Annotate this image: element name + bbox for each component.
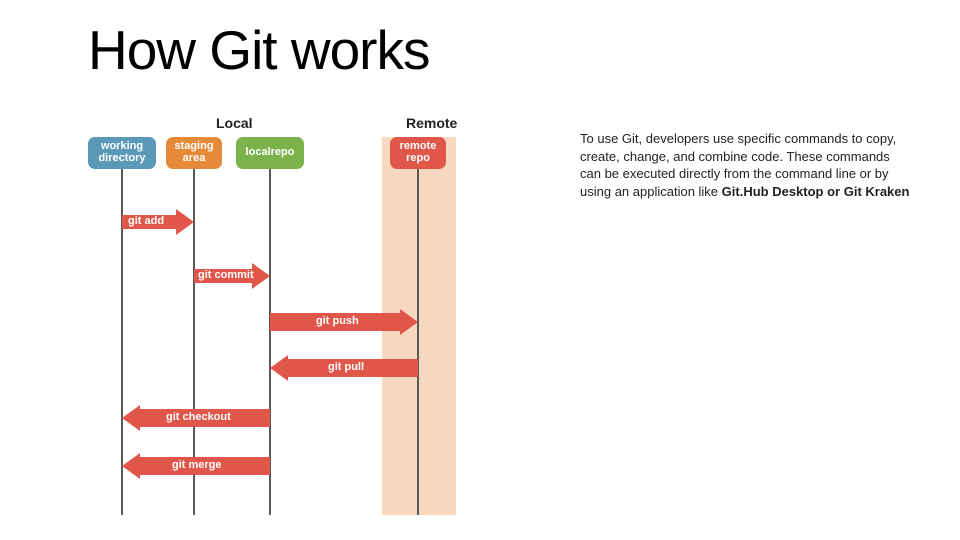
arrow-label: git push <box>316 315 359 327</box>
pill-staging-area: staging area <box>166 137 222 169</box>
pill-remote-repo: remote repo <box>390 137 446 169</box>
arrow-git-add: git add <box>122 209 194 235</box>
arrow-label: git add <box>128 215 164 227</box>
lane-remote-repo <box>417 169 419 515</box>
arrow-git-pull: git pull <box>270 355 418 381</box>
arrow-git-commit: git commit <box>194 263 270 289</box>
section-local-label: Local <box>216 115 253 131</box>
arrow-label: git checkout <box>166 411 231 423</box>
section-remote-label: Remote <box>406 115 457 131</box>
git-flow-diagram: Local Remote working directory staging a… <box>88 115 496 525</box>
arrow-git-checkout: git checkout <box>122 405 270 431</box>
arrow-label: git merge <box>172 459 222 471</box>
pill-local-repo: localrepo <box>236 137 304 169</box>
pill-working-directory: working directory <box>88 137 156 169</box>
page-title: How Git works <box>88 18 430 82</box>
arrow-label: git commit <box>198 269 254 281</box>
description-bold: Git.Hub Desktop or Git Kraken <box>722 184 910 199</box>
arrow-git-push: git push <box>270 309 418 335</box>
arrow-git-merge: git merge <box>122 453 270 479</box>
description-paragraph: To use Git, developers use specific comm… <box>580 130 910 200</box>
arrow-label: git pull <box>328 361 364 373</box>
